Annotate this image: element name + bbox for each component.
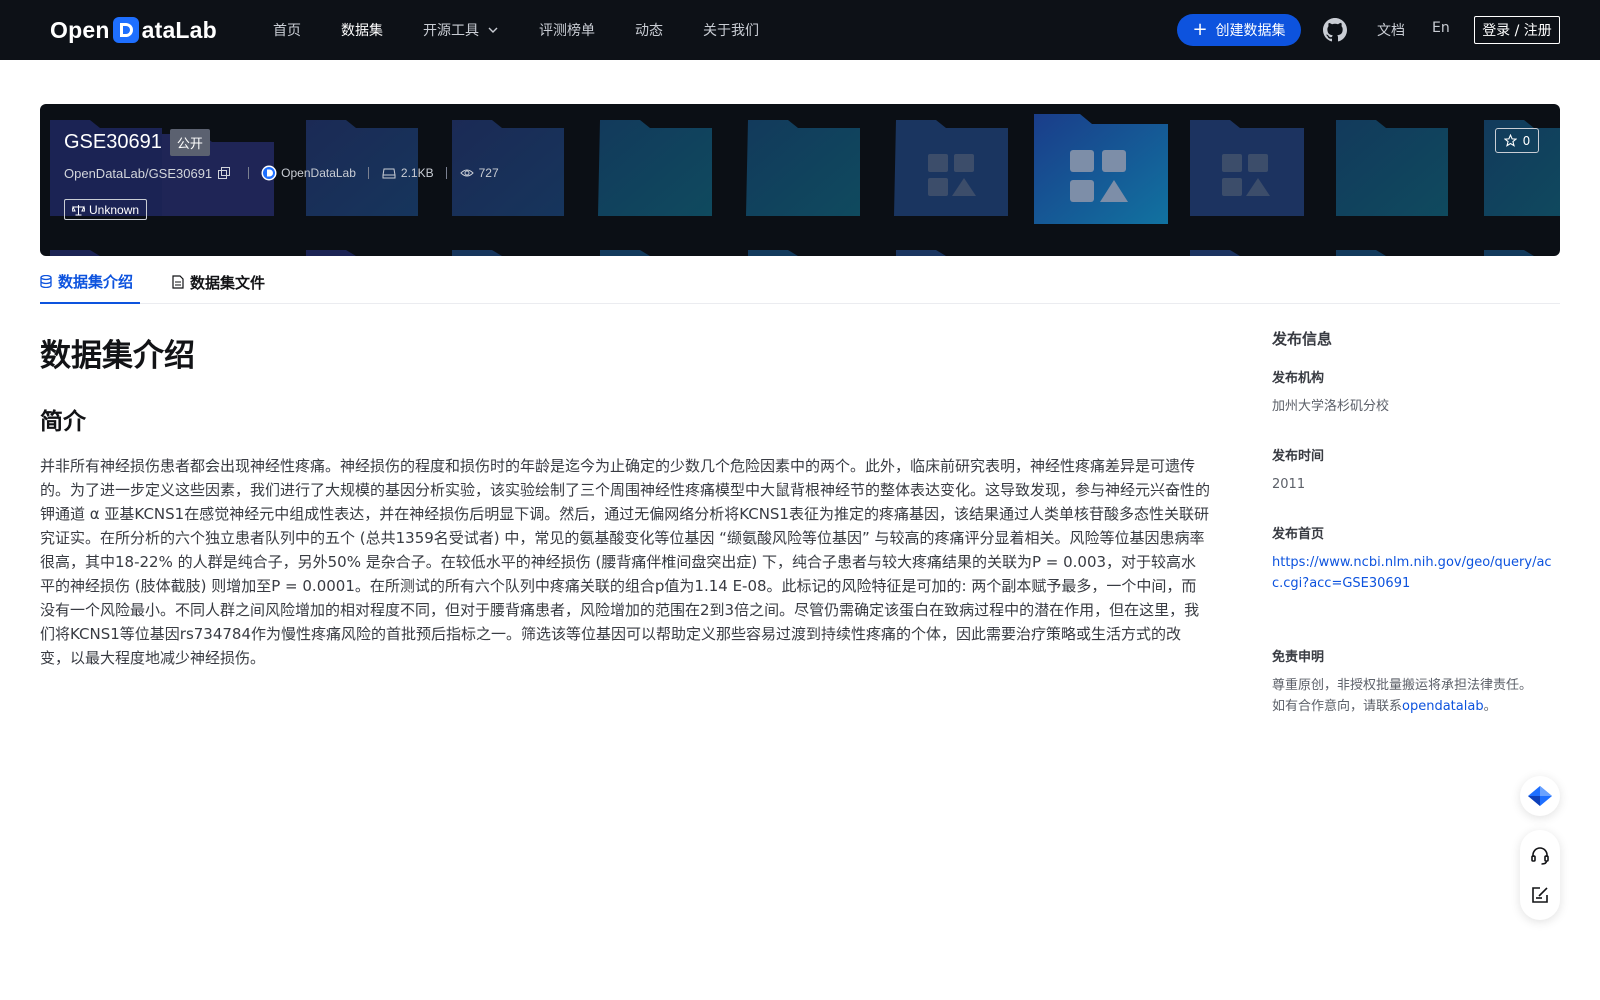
create-dataset-button[interactable]: + 创建数据集	[1177, 14, 1301, 46]
disclaimer-line-2-prefix: 如有合作意向，请联系	[1272, 699, 1403, 714]
disclaimer-label: 免责申明	[1272, 650, 1325, 665]
dataset-tabs: 数据集介绍 数据集文件	[40, 260, 1560, 304]
copy-icon[interactable]	[216, 165, 232, 181]
docs-link[interactable]: 文档	[1377, 20, 1405, 40]
org-value: 加州大学洛杉矶分校	[1272, 399, 1390, 414]
star-button[interactable]: 0	[1495, 128, 1539, 153]
create-dataset-label: 创建数据集	[1215, 23, 1286, 39]
section-heading: 简介	[40, 409, 86, 435]
headset-icon[interactable]	[1528, 844, 1552, 868]
plus-icon: +	[1192, 19, 1208, 40]
assistant-logo-icon	[1528, 786, 1552, 806]
opendatalab-logo[interactable]: Open ataLab	[50, 14, 217, 46]
tab-label: 数据集介绍	[58, 272, 134, 291]
publish-info-panel: 发布信息 发布机构 加州大学洛杉矶分校 发布时间 2011 发布首页 https…	[1272, 328, 1562, 745]
dataset-size: 2.1KB	[400, 166, 434, 180]
nav-open-source-tools[interactable]: 开源工具	[423, 20, 499, 40]
view-count: 727	[478, 166, 499, 180]
database-icon	[40, 274, 52, 288]
disclaimer-text: 尊重原创，非授权批量搬运将承担法律责任。 如有合作意向，请联系opendatal…	[1272, 675, 1562, 717]
time-label: 发布时间	[1272, 449, 1325, 464]
scale-icon	[72, 204, 85, 215]
dataset-description: 并非所有神经损伤患者都会出现神经性疼痛。神经损伤的程度和损伤时的年龄是迄今为止确…	[40, 457, 1211, 667]
panel-title: 发布信息	[1272, 330, 1333, 348]
folder-row	[50, 114, 1560, 256]
logo-text-right: ataLab	[141, 16, 217, 43]
eye-icon	[459, 165, 475, 181]
disclaimer-line-1: 尊重原创，非授权批量搬运将承担法律责任。	[1272, 678, 1533, 693]
homepage-value: https://www.ncbi.nlm.nih.gov/geo/query/a…	[1272, 552, 1562, 594]
main-nav: 首页 数据集 开源工具 评测榜单 动态 关于我们	[273, 0, 799, 60]
login-register-button[interactable]: 登录 / 注册	[1474, 16, 1560, 44]
homepage-link[interactable]: https://www.ncbi.nlm.nih.gov/geo/query/a…	[1272, 555, 1552, 591]
publisher-avatar-icon	[261, 165, 277, 181]
dataset-meta-row: OpenDataLab/GSE30691 OpenDataLab 2.1KB 7…	[64, 165, 499, 181]
divider	[367, 167, 369, 179]
dataset-path: OpenDataLab/GSE30691	[64, 165, 213, 181]
language-switch[interactable]: En	[1432, 20, 1450, 36]
nav-label: 开源工具	[423, 23, 479, 39]
time-value: 2011	[1272, 477, 1306, 492]
nav-datasets[interactable]: 数据集	[341, 20, 383, 40]
float-action-group	[1520, 830, 1560, 920]
nav-label: 关于我们	[703, 23, 759, 39]
tab-dataset-files[interactable]: 数据集文件	[172, 260, 265, 304]
disclaimer-line-2-suffix: 。	[1483, 699, 1497, 714]
file-icon	[172, 275, 184, 289]
top-navbar: Open ataLab 首页 数据集 开源工具 评测榜单 动态 关于我们 + 创…	[0, 0, 1600, 60]
tab-dataset-intro[interactable]: 数据集介绍	[40, 260, 140, 304]
org-label: 发布机构	[1272, 371, 1325, 386]
publisher-name[interactable]: OpenDataLab	[281, 166, 356, 180]
logo-text-left: Open	[50, 16, 110, 43]
nav-label: 数据集	[341, 23, 383, 39]
assistant-float-button[interactable]	[1520, 776, 1560, 816]
page-title: 数据集介绍	[40, 338, 195, 374]
license-text: Unknown	[89, 202, 140, 217]
nav-leaderboard[interactable]: 评测榜单	[539, 20, 595, 40]
tab-label: 数据集文件	[190, 273, 266, 292]
logo-d-icon	[111, 15, 141, 45]
visibility-badge: 公开	[169, 129, 210, 156]
license-badge: Unknown	[64, 199, 148, 220]
feedback-edit-icon[interactable]	[1528, 883, 1552, 907]
dataset-name: GSE30691	[64, 131, 162, 153]
homepage-label: 发布首页	[1272, 527, 1325, 542]
nav-home[interactable]: 首页	[273, 20, 301, 40]
chevron-down-icon	[488, 27, 498, 33]
divider	[248, 167, 250, 179]
nav-label: 评测榜单	[539, 23, 595, 39]
contact-link[interactable]: opendatalab	[1402, 699, 1484, 714]
nav-about[interactable]: 关于我们	[703, 20, 759, 40]
storage-icon	[381, 165, 397, 181]
github-icon[interactable]	[1323, 18, 1347, 42]
nav-label: 首页	[273, 23, 301, 39]
nav-label: 动态	[635, 23, 663, 39]
nav-news[interactable]: 动态	[635, 20, 663, 40]
divider	[445, 167, 447, 179]
star-icon	[1503, 134, 1517, 147]
dataset-title-row: GSE30691 公开	[64, 129, 210, 156]
star-count: 0	[1522, 133, 1531, 148]
